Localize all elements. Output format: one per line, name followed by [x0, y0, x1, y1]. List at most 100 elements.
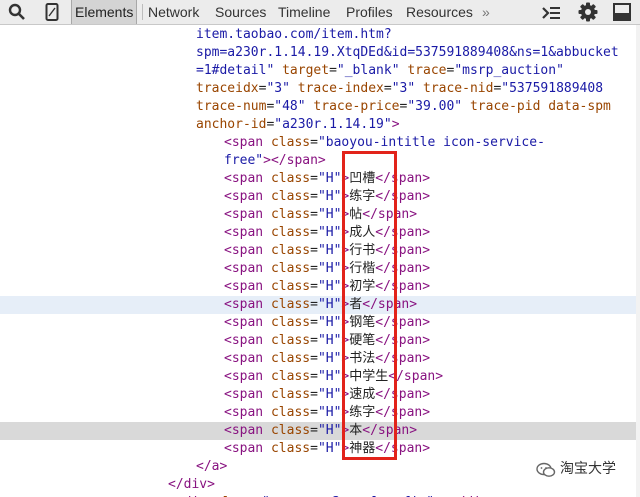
code-token: "H" [317, 351, 342, 366]
code-token: "H" [317, 189, 342, 204]
dom-node-line[interactable]: <span class="H">本</span> [0, 422, 640, 440]
code-token: class [263, 369, 311, 384]
dom-node-line[interactable]: anchor-id="a230r.1.14.19"> [0, 116, 640, 134]
dom-node-line[interactable]: <span class="H">者</span> [0, 296, 640, 314]
code-token: class [263, 171, 311, 186]
code-token: <span [224, 189, 264, 204]
dom-node-line[interactable]: <span class="H">练字</span> [0, 188, 640, 206]
code-token: = [310, 135, 318, 150]
code-token: <span [224, 135, 264, 150]
code-token: = [310, 369, 318, 384]
code-token: "H" [317, 171, 342, 186]
code-token: trace-pid data-spm [462, 99, 611, 114]
tab-profiles[interactable]: Profiles [346, 0, 393, 24]
gear-icon[interactable] [578, 2, 598, 22]
code-token: <span [224, 279, 264, 294]
dom-node-text: traceidx="3" trace-index="3" trace-nid="… [196, 80, 603, 98]
dom-node-text: <span class="H">钢笔</span> [224, 314, 430, 332]
highlight-box [342, 151, 397, 460]
code-token: "H" [317, 225, 342, 240]
dom-node-line[interactable]: spm=a230r.1.14.19.XtqDEd&id=537591889408… [0, 44, 640, 62]
code-token: trace-price [305, 99, 400, 114]
dom-node-line[interactable]: =1#detail" target="_blank" trace="msrp_a… [0, 62, 640, 80]
code-token: = [310, 351, 318, 366]
code-token: free" [224, 153, 264, 168]
dom-node-line[interactable]: <span class="H">行楷</span> [0, 260, 640, 278]
code-token: "H" [317, 315, 342, 330]
code-token: traceidx [196, 81, 259, 96]
dom-node-text: =1#detail" target="_blank" trace="msrp_a… [196, 62, 564, 80]
code-token: class [263, 315, 311, 330]
dom-node-text: <span class="H">速成</span> [224, 386, 430, 404]
dom-node-text: <span class="H">凹槽</span> [224, 170, 430, 188]
code-token: trace-num [196, 99, 267, 114]
scrollbar[interactable] [636, 25, 640, 497]
code-token: = [310, 225, 318, 240]
dom-node-text: <span class="H">书法</span> [224, 350, 430, 368]
code-token: = [310, 261, 318, 276]
dom-node-line[interactable]: <span class="H">钢笔</span> [0, 314, 640, 332]
code-token: class [263, 135, 311, 150]
dom-node-line[interactable]: <span class="H">初学</span> [0, 278, 640, 296]
code-token: = [310, 243, 318, 258]
code-token: class [263, 207, 311, 222]
code-token: <span [224, 351, 264, 366]
tab-elements[interactable]: Elements [71, 0, 138, 24]
code-token: = [310, 171, 318, 186]
code-token: anchor-id [196, 117, 267, 132]
search-icon[interactable] [8, 3, 26, 21]
dom-node-text: <span class="H">中学生</span> [224, 368, 443, 386]
dom-node-line[interactable]: <span class="H">练字</span> [0, 404, 640, 422]
code-token: </div> [168, 477, 215, 492]
dom-node-line[interactable]: <span class="H">凹槽</span> [0, 170, 640, 188]
dock-icon[interactable] [613, 3, 631, 21]
dom-node-line[interactable]: free"></span> [0, 152, 640, 170]
dom-node-line[interactable]: <span class="H">帖</span> [0, 206, 640, 224]
dom-node-text: <span class="baoyou-intitle icon-service… [224, 134, 545, 152]
dom-node-line[interactable]: <span class="H">成人</span> [0, 224, 640, 242]
code-token: class [263, 189, 311, 204]
code-token: "H" [317, 369, 342, 384]
code-token: <span [224, 441, 264, 456]
code-token: "H" [317, 261, 342, 276]
dom-node-line[interactable]: <span class="H">中学生</span> [0, 368, 640, 386]
code-token: class [263, 423, 311, 438]
dom-node-line[interactable]: trace-num="48" trace-price="39.00" trace… [0, 98, 640, 116]
code-token: "H" [317, 441, 342, 456]
dom-node-text: </a> [196, 458, 227, 476]
dom-node-text: trace-num="48" trace-price="39.00" trace… [196, 98, 611, 116]
dom-tree[interactable]: item.taobao.com/item.htm? spm=a230r.1.14.… [0, 25, 640, 497]
code-token: "H" [317, 387, 342, 402]
dom-node-line[interactable]: <span class="H">行书</span> [0, 242, 640, 260]
tab-timeline[interactable]: Timeline [278, 0, 330, 24]
code-token: = [310, 207, 318, 222]
code-token: "H" [317, 423, 342, 438]
dom-node-line[interactable]: item.taobao.com/item.htm? [0, 26, 640, 44]
code-token: <span [224, 387, 264, 402]
code-token: = [310, 189, 318, 204]
dom-node-line[interactable]: traceidx="3" trace-index="3" trace-nid="… [0, 80, 640, 98]
device-mode-icon[interactable] [45, 3, 59, 21]
watermark-text: 淘宝大学 [560, 460, 616, 476]
dom-node-text: anchor-id="a230r.1.14.19"> [196, 116, 400, 134]
dom-node-line[interactable]: <span class="baoyou-intitle icon-service… [0, 134, 640, 152]
devtools-toolbar: Elements Network Sources Timeline Profil… [0, 0, 640, 25]
dom-node-line[interactable]: <span class="H">硬笔</span> [0, 332, 640, 350]
more-tabs-chevron[interactable]: » [482, 0, 490, 24]
tab-network[interactable]: Network [148, 0, 199, 24]
code-token: <span [224, 423, 264, 438]
code-token: "537591889408 [501, 81, 604, 96]
tab-resources[interactable]: Resources [406, 0, 473, 24]
console-drawer-icon[interactable] [541, 4, 561, 20]
code-token: = [383, 81, 392, 96]
dom-node-line[interactable]: <span class="H">书法</span> [0, 350, 640, 368]
code-token: "a230r.1.14.19" [274, 117, 392, 132]
code-token: </a> [196, 459, 228, 474]
code-token: "_blank" [336, 63, 400, 78]
tab-sources[interactable]: Sources [215, 0, 266, 24]
dom-node-line[interactable]: <span class="H">速成</span> [0, 386, 640, 404]
code-token: "48" [274, 99, 306, 114]
code-token: class [263, 441, 311, 456]
code-token: = [310, 279, 318, 294]
code-token: spm=a230r.1.14.19.XtqDEd&id=537591889408… [196, 45, 619, 60]
